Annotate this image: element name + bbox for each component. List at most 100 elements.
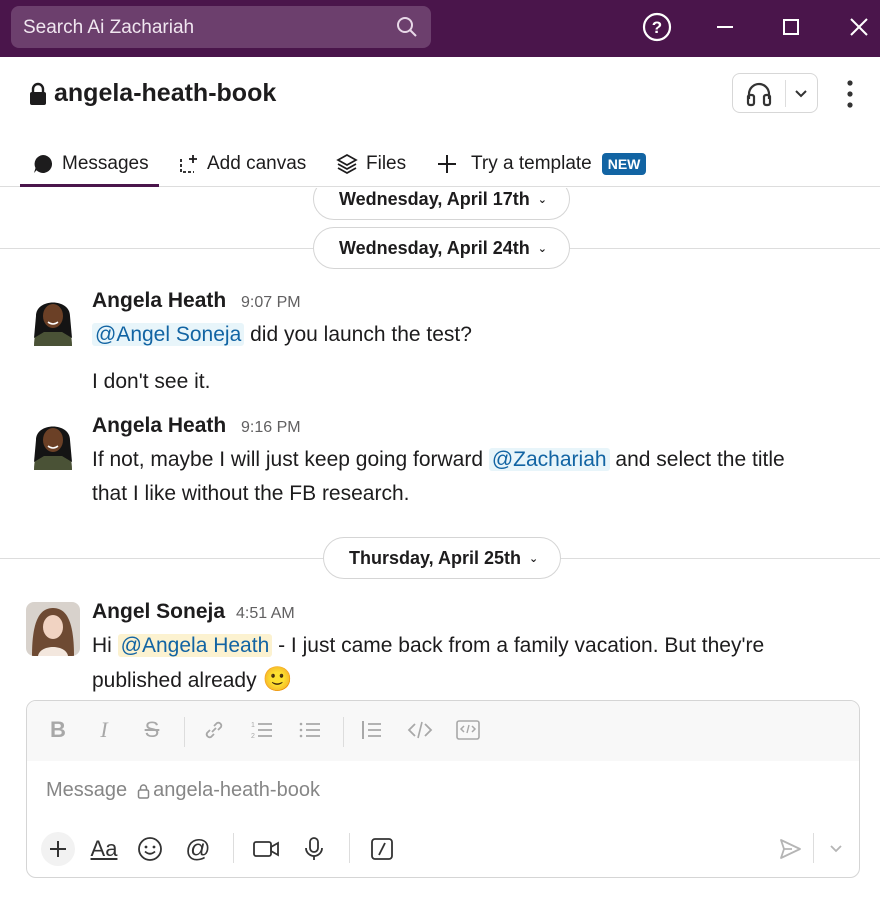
tab-files-label: Files	[366, 153, 407, 174]
huddle-divider	[785, 80, 786, 107]
tab-add-canvas[interactable]: Add canvas	[178, 141, 306, 187]
italic-icon[interactable]: I	[89, 715, 119, 745]
date-label: Thursday, April 25th	[349, 547, 522, 568]
maximize-button[interactable]	[774, 10, 808, 44]
avatar[interactable]	[26, 416, 80, 470]
video-clip-button[interactable]	[249, 832, 283, 866]
date-label: Wednesday, April 17th	[339, 188, 530, 209]
slash-command-icon	[371, 838, 393, 860]
more-options-icon[interactable]	[840, 77, 860, 111]
message-author[interactable]: Angel Soneja	[92, 600, 225, 624]
message-time[interactable]: 9:07 PM	[241, 294, 301, 312]
attach-plus-button[interactable]	[41, 832, 75, 866]
avatar[interactable]	[26, 292, 80, 346]
toolbar-separator	[349, 833, 350, 863]
message-author[interactable]: Angela Heath	[92, 289, 226, 313]
message-author[interactable]: Angela Heath	[92, 414, 226, 438]
plus-icon	[50, 841, 66, 857]
message-text: Hi @Angela Heath - I just came back from…	[92, 629, 764, 663]
emoji-button[interactable]	[133, 832, 167, 866]
minimize-button[interactable]	[708, 10, 742, 44]
chevron-down-icon[interactable]	[793, 86, 809, 102]
message-composer[interactable]: B I S 1 2 Message angela-heath-book Aa @	[26, 700, 860, 878]
shortcuts-button[interactable]	[365, 832, 399, 866]
close-icon	[850, 18, 868, 36]
tab-messages-label: Messages	[62, 153, 149, 174]
at-sign-icon: @	[185, 834, 211, 863]
bullet-list-icon[interactable]	[295, 715, 325, 745]
plus-icon	[438, 155, 456, 173]
numbered-list-icon[interactable]: 1 2	[247, 715, 277, 745]
emoji-slightly-smiling[interactable]: 🙂	[262, 666, 292, 693]
strikethrough-icon[interactable]: S	[137, 715, 167, 745]
date-divider-apr25[interactable]: Thursday, April 25th ⌄	[323, 537, 562, 579]
chevron-down-icon: ⌄	[537, 242, 547, 255]
code-block-icon[interactable]	[453, 715, 483, 745]
message-text: If not, maybe I will just keep going for…	[92, 443, 785, 477]
add-canvas-icon	[180, 155, 197, 173]
date-divider-apr17[interactable]: Wednesday, April 17th ⌄	[313, 188, 570, 220]
maximize-icon	[783, 19, 799, 35]
message-text-part: and select the title	[609, 448, 785, 471]
toolbar-separator	[813, 833, 814, 863]
message-list[interactable]: Wednesday, April 17th ⌄ Wednesday, April…	[0, 188, 880, 698]
chevron-down-icon	[830, 845, 842, 853]
lock-icon	[30, 82, 46, 105]
date-label: Wednesday, April 24th	[339, 237, 530, 258]
message-text: published already 🙂	[92, 663, 292, 698]
send-icon	[780, 839, 801, 859]
close-button[interactable]	[842, 10, 876, 44]
avatar-angel-soneja	[26, 602, 80, 656]
avatar-angela-heath	[26, 416, 80, 470]
send-button[interactable]	[773, 832, 807, 866]
message-text-part: If not, maybe I will just keep going for…	[92, 448, 489, 471]
search-icon	[397, 17, 417, 37]
help-button[interactable]: ?	[640, 10, 674, 44]
files-stack-icon	[336, 154, 358, 174]
avatar-angela-heath	[26, 292, 80, 346]
mention[interactable]: @Zachariah	[488, 448, 610, 471]
tab-add-canvas-label: Add canvas	[207, 153, 307, 174]
svg-text:2: 2	[251, 733, 255, 740]
text-format-icon: Aa	[90, 836, 118, 861]
toolbar-separator	[343, 717, 344, 747]
mention-button[interactable]: @	[181, 832, 215, 866]
message-text-part: - I just came back from a family vacatio…	[272, 634, 765, 657]
huddle-button[interactable]	[732, 73, 818, 113]
message-time[interactable]: 4:51 AM	[236, 605, 295, 623]
channel-title[interactable]: angela-heath-book	[28, 79, 276, 108]
channel-header: angela-heath-book Messages Add canvas Fi…	[0, 57, 880, 187]
link-icon[interactable]	[199, 715, 229, 745]
tab-messages[interactable]: Messages	[33, 141, 149, 187]
title-bar: Search Ai Zachariah ?	[0, 0, 880, 57]
bold-icon[interactable]: B	[43, 715, 73, 745]
blockquote-icon[interactable]	[357, 715, 387, 745]
toolbar-separator	[184, 717, 185, 747]
video-camera-icon	[253, 841, 279, 857]
formatting-toolbar: B I S 1 2	[27, 701, 859, 761]
tab-files[interactable]: Files	[336, 141, 406, 187]
mention[interactable]: @Angel Soneja	[92, 323, 245, 346]
microphone-icon	[305, 837, 323, 860]
search-input[interactable]: Search Ai Zachariah	[11, 6, 431, 48]
message-text: @Angel Soneja did you launch the test?	[92, 318, 472, 352]
message-bubble-icon	[34, 154, 53, 173]
mention[interactable]: @Angela Heath	[117, 634, 273, 657]
message-input[interactable]: Message angela-heath-book	[46, 779, 320, 802]
tab-try-template[interactable]: Try a template NEW	[437, 141, 647, 187]
schedule-send-button[interactable]	[819, 832, 853, 866]
help-icon: ?	[642, 12, 672, 42]
message-time[interactable]: 9:16 PM	[241, 419, 301, 437]
formatting-toggle-button[interactable]: Aa	[87, 832, 121, 866]
channel-name: angela-heath-book	[54, 79, 277, 107]
audio-clip-button[interactable]	[297, 832, 331, 866]
message-placeholder-channel: angela-heath-book	[153, 779, 320, 801]
code-icon[interactable]	[405, 715, 435, 745]
message-placeholder: Message	[46, 779, 128, 801]
message-text-part: Hi	[92, 634, 118, 657]
headphones-icon	[746, 82, 772, 107]
date-divider-apr24[interactable]: Wednesday, April 24th ⌄	[313, 227, 570, 269]
message-text-part: did you launch the test?	[244, 323, 472, 346]
avatar[interactable]	[26, 602, 80, 656]
lock-icon	[137, 783, 150, 799]
